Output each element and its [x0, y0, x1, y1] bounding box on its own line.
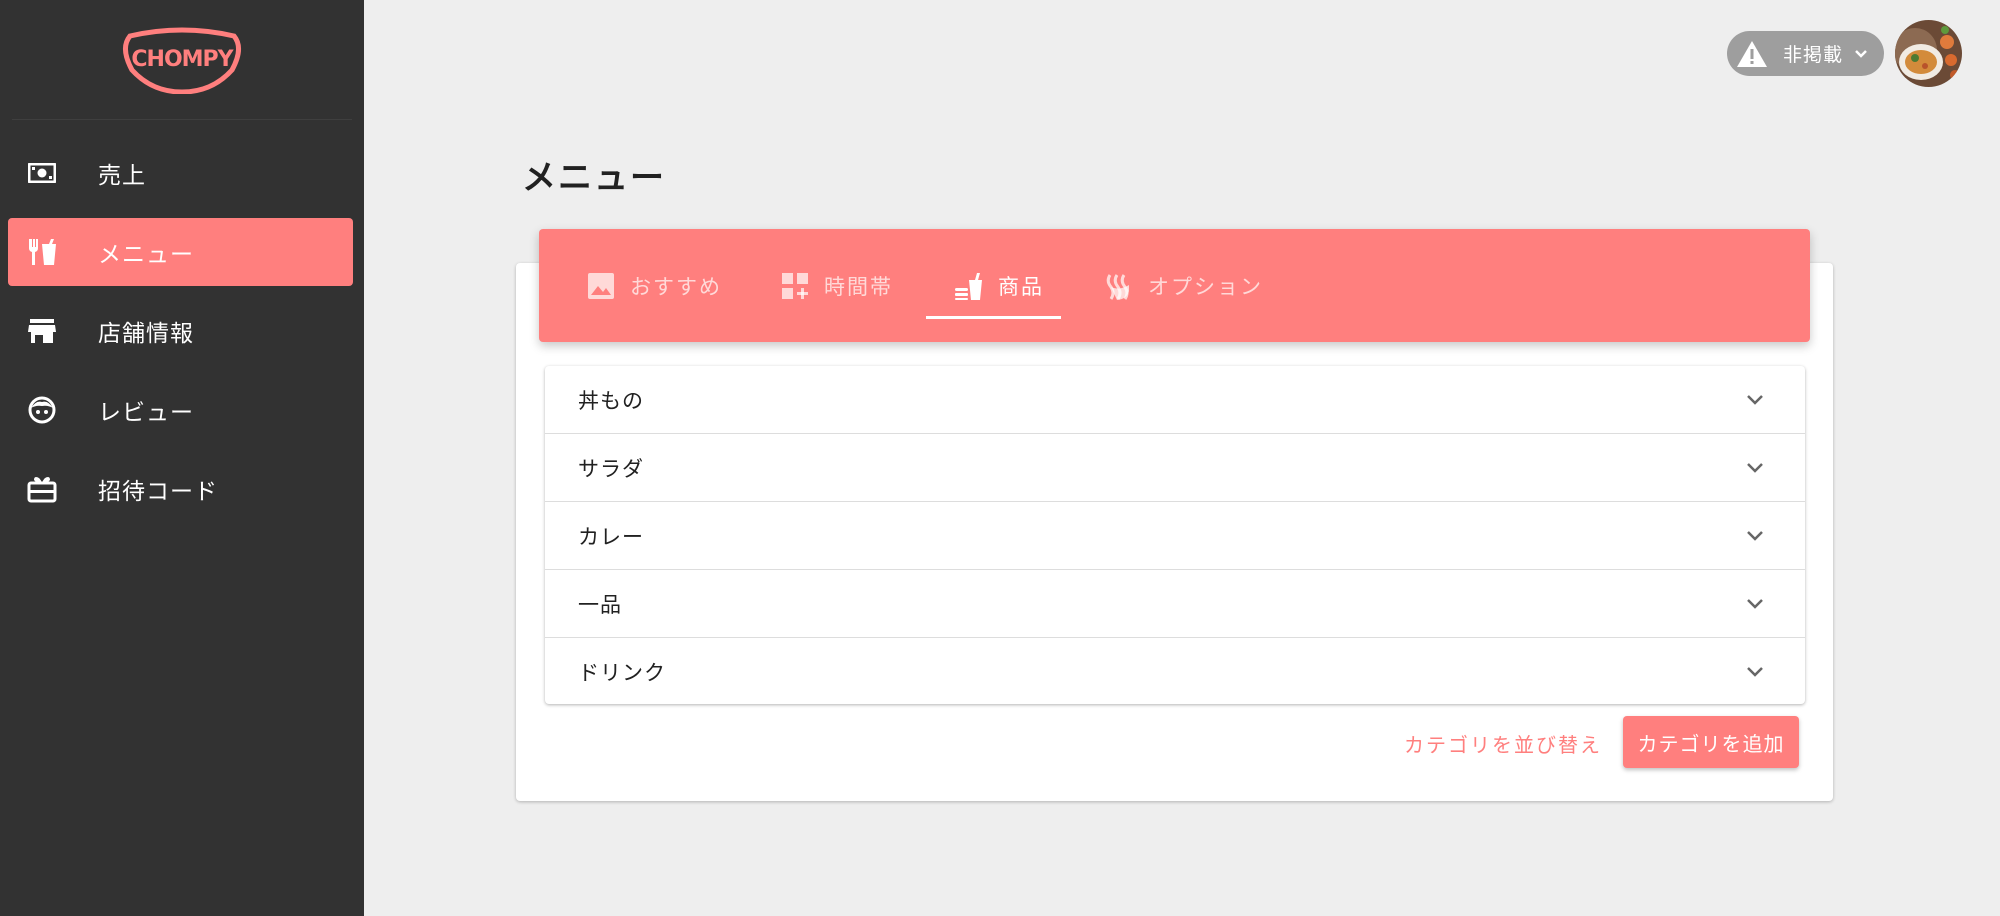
sidebar-item-sales[interactable]: 売上 [8, 139, 353, 207]
menu-tabs: おすすめ 時間帯 商品 オプション [539, 229, 1810, 342]
gift-card-icon [26, 473, 58, 505]
chevron-down-icon [1747, 531, 1763, 541]
category-panel[interactable]: ドリンク [545, 638, 1805, 706]
sidebar-item-label: 招待コード [98, 479, 218, 505]
tab-label: オプション [1148, 274, 1263, 299]
avatar[interactable] [1895, 20, 1962, 87]
listing-status-label: 非掲載 [1783, 44, 1844, 66]
money-icon [26, 157, 58, 189]
category-label: カレー [578, 524, 644, 549]
image-icon [586, 271, 616, 301]
sidebar-item-reviews[interactable]: レビュー [8, 376, 353, 444]
svg-text:CHOMPY: CHOMPY [131, 47, 234, 72]
sidebar: CHOMPY 売上 メニュー 店舗情報 レビュー 招待コード [0, 0, 364, 916]
chevron-down-icon [1747, 599, 1763, 609]
sidebar-item-label: 店舗情報 [98, 321, 194, 347]
tab-time-slot[interactable]: 時間帯 [780, 229, 893, 342]
chevron-down-icon [1855, 49, 1867, 58]
category-panel[interactable]: カレー [545, 502, 1805, 570]
category-list: 丼もの サラダ カレー 一品 ドリンク [545, 366, 1805, 704]
chevron-down-icon [1747, 395, 1763, 405]
tab-recommended[interactable]: おすすめ [586, 229, 722, 342]
add-category-button[interactable]: カテゴリを追加 [1623, 716, 1799, 768]
category-panel[interactable]: 一品 [545, 570, 1805, 638]
reorder-categories-button[interactable]: カテゴリを並び替え [1398, 717, 1608, 769]
tab-label: おすすめ [630, 274, 722, 299]
sidebar-item-invite-code[interactable]: 招待コード [8, 455, 353, 523]
category-label: 一品 [578, 592, 622, 617]
fastfood-icon [954, 271, 984, 301]
tab-options[interactable]: オプション [1104, 229, 1263, 342]
sidebar-item-store-info[interactable]: 店舗情報 [8, 297, 353, 365]
sidebar-item-label: レビュー [98, 400, 194, 426]
tab-label: 商品 [998, 274, 1044, 299]
category-label: ドリンク [578, 661, 666, 685]
store-icon [26, 315, 58, 347]
category-label: サラダ [578, 456, 644, 481]
tab-products[interactable]: 商品 [954, 229, 1044, 342]
listing-status-dropdown[interactable]: 非掲載 [1727, 31, 1884, 76]
chevron-down-icon [1747, 463, 1763, 473]
sidebar-nav: 売上 メニュー 店舗情報 レビュー 招待コード [0, 139, 364, 523]
active-tab-indicator [926, 316, 1061, 319]
warning-icon [1737, 40, 1767, 67]
tab-label: 時間帯 [824, 274, 893, 299]
sidebar-item-label: メニュー [98, 242, 194, 268]
category-label: 丼もの [578, 388, 644, 413]
dashboard-add-icon [780, 271, 810, 301]
face-icon [26, 394, 58, 426]
chevron-down-icon [1747, 667, 1763, 677]
category-panel[interactable]: 丼もの [545, 366, 1805, 434]
logo-area: CHOMPY [12, 0, 352, 120]
sidebar-item-label: 売上 [98, 163, 146, 189]
page-title: メニュー [522, 158, 666, 198]
category-panel[interactable]: サラダ [545, 434, 1805, 502]
restaurant-icon [26, 236, 58, 268]
hot-icon [1104, 271, 1134, 301]
chompy-logo[interactable]: CHOMPY [120, 26, 244, 94]
sidebar-item-menu[interactable]: メニュー [8, 218, 353, 286]
